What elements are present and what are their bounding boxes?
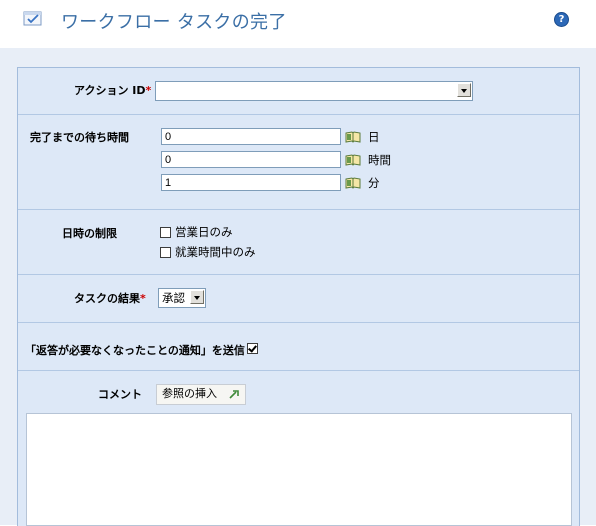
time-limit-label: 日時の制限 <box>62 227 117 240</box>
insert-reference-label: 参照の挿入 <box>162 387 217 400</box>
page-title: ワークフロー タスクの完了 <box>61 12 287 33</box>
hours-unit: 時間 <box>368 153 391 167</box>
insert-reference-button[interactable]: 参照の挿入 <box>156 384 246 405</box>
help-icon[interactable]: ? <box>554 12 569 27</box>
action-id-select[interactable] <box>155 81 473 101</box>
book-icon[interactable] <box>345 177 361 189</box>
form-panel: アクション ID* 完了までの待ち時間 日 時間 分 日時の制限 営業日のみ 就… <box>17 67 580 526</box>
task-result-label: タスクの結果* <box>74 292 146 305</box>
required-mark: * <box>140 292 146 305</box>
wait-hours-input[interactable] <box>161 151 341 168</box>
business-hours-checkbox[interactable] <box>160 247 171 258</box>
task-result-value: 承認 <box>162 291 185 305</box>
required-mark: * <box>145 84 152 97</box>
chevron-down-icon[interactable] <box>190 290 204 304</box>
business-days-label: 営業日のみ <box>175 225 233 239</box>
notify-checkbox[interactable] <box>247 343 258 354</box>
action-id-label: アクション ID* <box>74 84 152 97</box>
wait-time-label: 完了までの待ち時間 <box>30 131 129 144</box>
book-icon[interactable] <box>345 154 361 166</box>
book-icon[interactable] <box>345 131 361 143</box>
insert-reference-icon <box>229 390 239 399</box>
divider <box>18 370 579 371</box>
notify-label: 「返答が必要なくなったことの通知」を送信 <box>25 344 245 357</box>
business-hours-label: 就業時間中のみ <box>175 245 256 259</box>
divider <box>18 274 579 275</box>
wait-minutes-input[interactable] <box>161 174 341 191</box>
task-result-select[interactable]: 承認 <box>158 288 206 308</box>
page-header: ワークフロー タスクの完了 ? <box>0 0 596 48</box>
comment-textarea[interactable] <box>26 413 572 526</box>
business-days-checkbox[interactable] <box>160 227 171 238</box>
divider <box>18 114 579 115</box>
days-unit: 日 <box>368 130 380 144</box>
task-check-icon <box>23 11 42 26</box>
comment-label: コメント <box>98 388 142 401</box>
wait-days-input[interactable] <box>161 128 341 145</box>
divider <box>18 209 579 210</box>
divider <box>18 322 579 323</box>
minutes-unit: 分 <box>368 176 380 190</box>
chevron-down-icon[interactable] <box>457 83 471 97</box>
